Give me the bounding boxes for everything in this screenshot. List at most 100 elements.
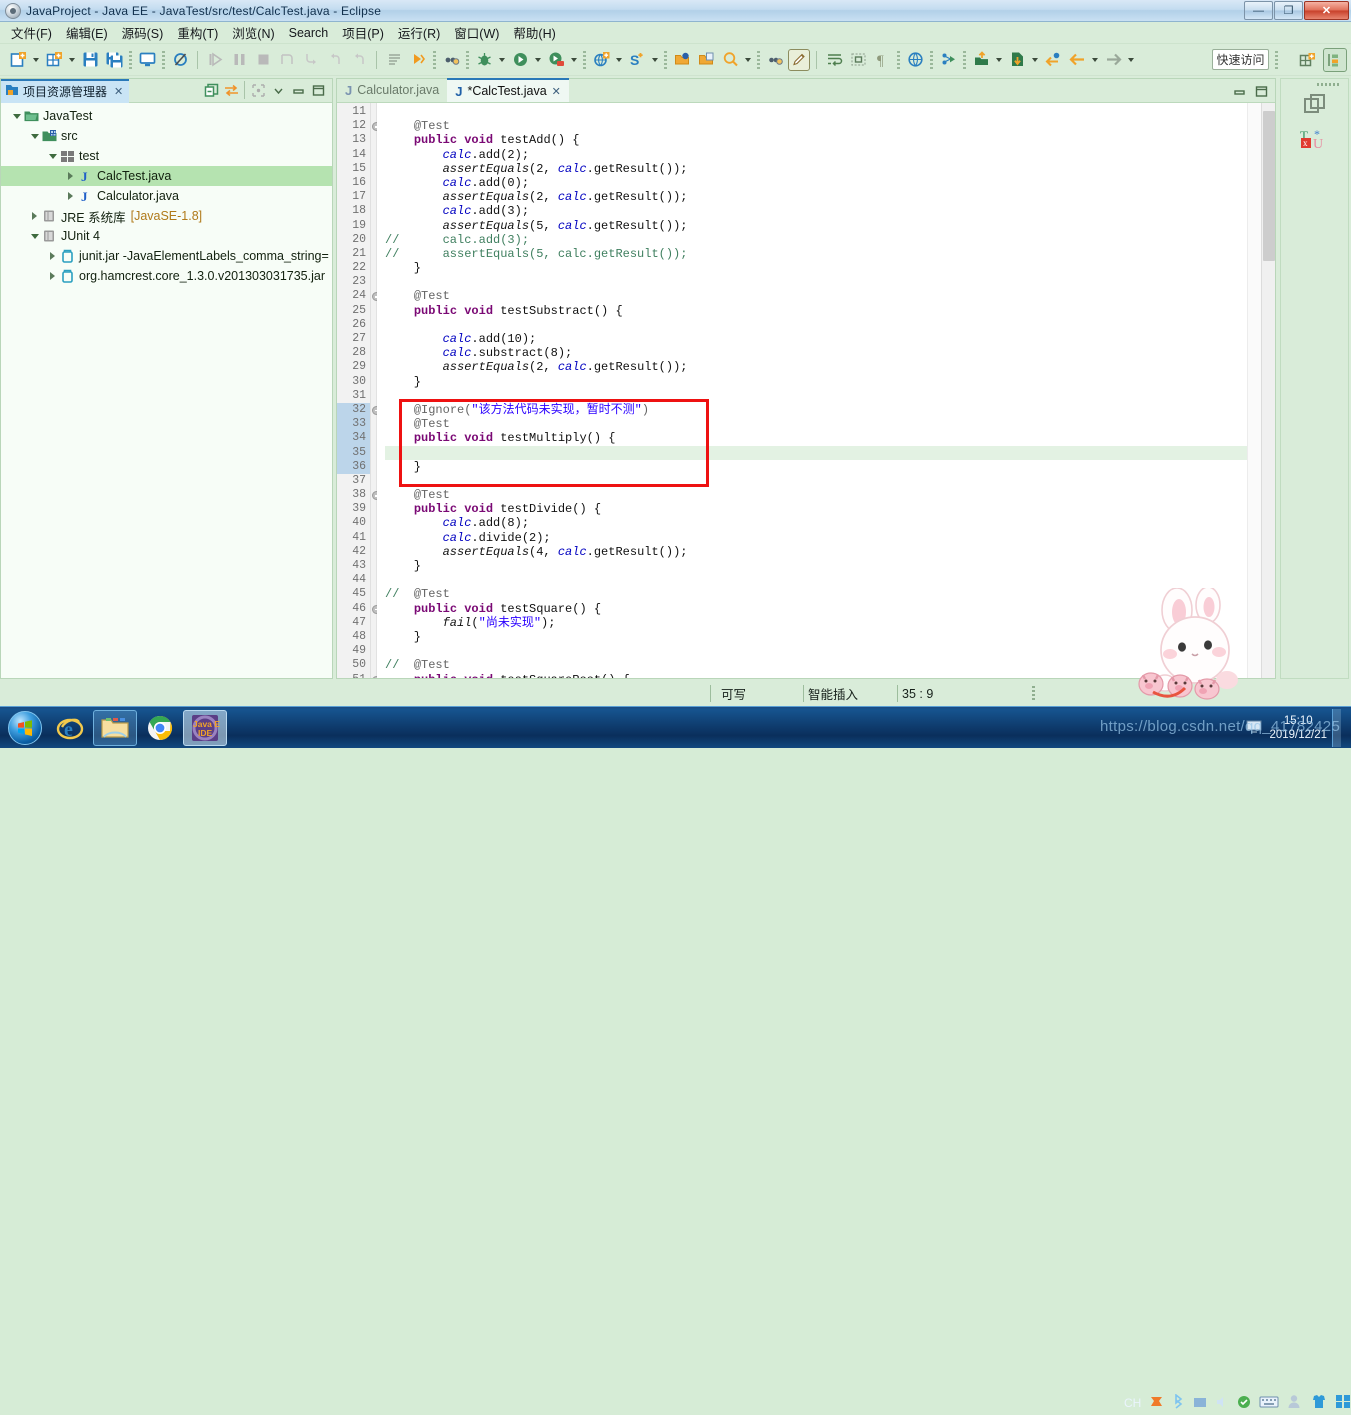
menu-edit[interactable]: 编辑(E): [59, 21, 115, 44]
run-last-button[interactable]: [407, 49, 429, 71]
back-history-button[interactable]: [1042, 49, 1064, 71]
close-button[interactable]: ✕: [1304, 1, 1349, 20]
maximize-editor-icon[interactable]: [1251, 81, 1271, 101]
step-return-button[interactable]: [324, 49, 346, 71]
taskbar-ie[interactable]: e: [49, 710, 91, 746]
debug-dropdown-caret[interactable]: [496, 49, 507, 71]
step-over-button[interactable]: [276, 49, 298, 71]
restore-views-icon[interactable]: [1281, 92, 1348, 118]
new-web-dropdown-caret[interactable]: [613, 49, 624, 71]
chevron-right-icon[interactable]: [47, 266, 58, 286]
backward-button[interactable]: [1066, 49, 1088, 71]
tree-item[interactable]: J Calculator.java: [1, 186, 332, 206]
chevron-down-icon[interactable]: [11, 106, 22, 126]
export-button[interactable]: [1006, 49, 1028, 71]
tree-item[interactable]: org.hamcrest.core_1.3.0.v201303031735.ja…: [1, 266, 332, 286]
terminate-button[interactable]: [252, 49, 274, 71]
tree-item[interactable]: JUnit 4: [1, 226, 332, 246]
import-button[interactable]: [970, 49, 992, 71]
backward-dropdown-caret[interactable]: [1089, 49, 1100, 71]
junit-view-icon[interactable]: T * x U: [1281, 126, 1348, 152]
resume-button[interactable]: [204, 49, 226, 71]
ime-sogou-icon[interactable]: [1149, 1394, 1164, 1412]
run-ant-button[interactable]: [937, 49, 959, 71]
new-servlet-button[interactable]: S: [626, 49, 648, 71]
quick-access-input[interactable]: 快速访问: [1212, 49, 1269, 70]
chevron-right-icon[interactable]: [29, 206, 40, 226]
run-button[interactable]: [509, 49, 531, 71]
chevron-right-icon[interactable]: [65, 186, 76, 206]
view-menu-icon[interactable]: [268, 80, 288, 100]
new-dropdown-caret[interactable]: [30, 49, 41, 71]
ime-ok-icon[interactable]: [1237, 1395, 1251, 1412]
scrollbar-thumb[interactable]: [1263, 111, 1275, 261]
minimize-button[interactable]: —: [1244, 1, 1273, 20]
menu-help[interactable]: 帮助(H): [506, 21, 562, 44]
maximize-button[interactable]: ❐: [1274, 1, 1303, 20]
new-web-project-button[interactable]: [590, 49, 612, 71]
print-button[interactable]: [136, 49, 158, 71]
suspend-button[interactable]: [228, 49, 250, 71]
chevron-right-icon[interactable]: [65, 166, 76, 186]
chevron-down-icon[interactable]: [29, 226, 40, 246]
external-tools-dropdown-caret[interactable]: [568, 49, 579, 71]
ime-volume-icon[interactable]: [1215, 1395, 1229, 1412]
menu-file[interactable]: 文件(F): [4, 21, 59, 44]
editor-tab[interactable]: J Calculator.java: [337, 78, 447, 102]
open-resource-button[interactable]: [695, 49, 717, 71]
step-into-button[interactable]: [300, 49, 322, 71]
search-dropdown-caret[interactable]: [742, 49, 753, 71]
ime-apps-icon[interactable]: [1335, 1394, 1351, 1412]
open-perspective-button[interactable]: [1295, 48, 1319, 72]
menu-window[interactable]: 窗口(W): [447, 21, 506, 44]
tree-item[interactable]: JRE 系统库 [JavaSE-1.8]: [1, 206, 332, 226]
console-button[interactable]: [383, 49, 405, 71]
project-tree[interactable]: JavaTest src test J CalcTest.java J Calculator…: [1, 103, 332, 678]
tree-item[interactable]: test: [1, 146, 332, 166]
forward-button[interactable]: [1102, 49, 1124, 71]
menu-refactor[interactable]: 重构(T): [170, 21, 225, 44]
menu-project[interactable]: 项目(P): [335, 21, 391, 44]
search-icon[interactable]: [719, 49, 741, 71]
menu-navigate[interactable]: 浏览(N): [225, 21, 281, 44]
close-icon[interactable]: ✕: [114, 85, 123, 98]
save-button[interactable]: [79, 49, 101, 71]
open-type-button[interactable]: [671, 49, 693, 71]
run-dropdown-caret[interactable]: [532, 49, 543, 71]
taskbar-eclipse[interactable]: Java EE IDE: [183, 709, 227, 746]
forward-dropdown-caret[interactable]: [1125, 49, 1136, 71]
java-ee-perspective-button[interactable]: [1323, 48, 1347, 72]
focus-icon[interactable]: [248, 80, 268, 100]
previous-annotation-button[interactable]: [764, 49, 786, 71]
new-button[interactable]: [7, 49, 29, 71]
debug-button[interactable]: [473, 49, 495, 71]
run-external-tools-button[interactable]: [545, 49, 567, 71]
chevron-down-icon[interactable]: [47, 146, 58, 166]
maximize-view-icon[interactable]: [308, 80, 328, 100]
editor-tab[interactable]: J *CalcTest.java ✕: [447, 78, 569, 102]
chevron-right-icon[interactable]: [47, 246, 58, 266]
link-with-editor-icon[interactable]: [221, 80, 241, 100]
edit-pencil-icon[interactable]: [788, 48, 810, 71]
taskbar-chrome[interactable]: [139, 710, 181, 746]
import-dropdown-caret[interactable]: [993, 49, 1004, 71]
menu-search[interactable]: Search: [282, 24, 336, 42]
close-icon[interactable]: ✕: [552, 85, 561, 98]
ime-skin-icon[interactable]: [1311, 1394, 1327, 1412]
project-explorer-tab[interactable]: 项目资源管理器 ✕: [1, 78, 130, 103]
taskbar-explorer[interactable]: [93, 709, 137, 746]
tree-item[interactable]: src: [1, 126, 332, 146]
export-dropdown-caret[interactable]: [1029, 49, 1040, 71]
start-button[interactable]: [2, 709, 48, 747]
toggle-breakpoint-button[interactable]: [440, 49, 462, 71]
new-wizard-button[interactable]: [43, 49, 65, 71]
new-servlet-dropdown-caret[interactable]: [649, 49, 660, 71]
open-browser-button[interactable]: [904, 49, 926, 71]
menu-run[interactable]: 运行(R): [391, 21, 447, 44]
collapse-all-icon[interactable]: [201, 80, 221, 100]
ime-extra-icon[interactable]: [1193, 1395, 1207, 1412]
minimize-view-icon[interactable]: [288, 80, 308, 100]
word-wrap-button[interactable]: [823, 49, 845, 71]
block-selection-button[interactable]: [847, 49, 869, 71]
tree-item[interactable]: JavaTest: [1, 106, 332, 126]
